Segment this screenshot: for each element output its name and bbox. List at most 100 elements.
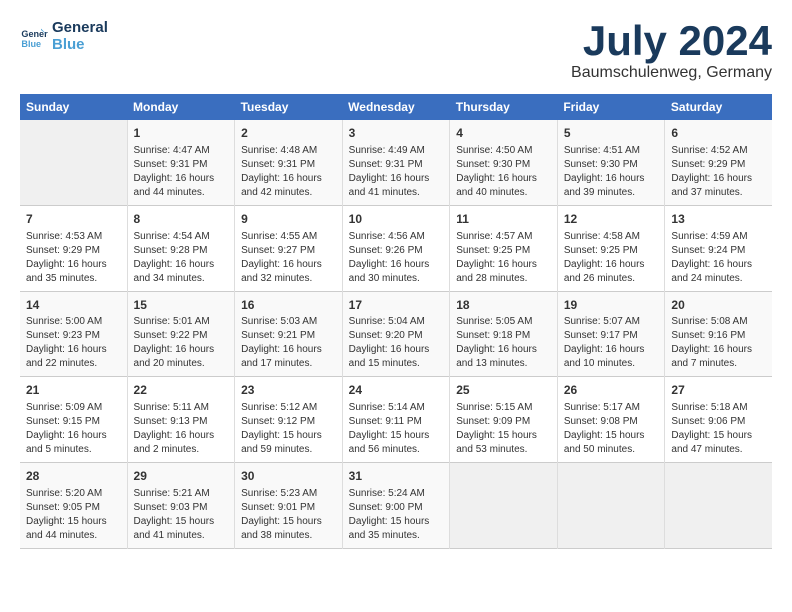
day-info: Sunrise: 5:01 AM Sunset: 9:22 PM Dayligh…: [134, 315, 229, 371]
calendar-day-cell: 19Sunrise: 5:07 AM Sunset: 9:17 PM Dayli…: [557, 291, 665, 377]
day-info: Sunrise: 4:48 AM Sunset: 9:31 PM Dayligh…: [241, 144, 336, 200]
day-info: Sunrise: 5:12 AM Sunset: 9:12 PM Dayligh…: [241, 401, 336, 457]
day-info: Sunrise: 5:11 AM Sunset: 9:13 PM Dayligh…: [134, 401, 229, 457]
day-info: Sunrise: 5:15 AM Sunset: 9:09 PM Dayligh…: [456, 401, 551, 457]
calendar-day-cell: 22 Sunrise: 5:11 AM Sunset: 9:13 PM Dayli…: [127, 377, 235, 463]
day-number: 6: [671, 125, 766, 142]
day-number: 10: [349, 211, 444, 228]
calendar-table: SundayMondayTuesdayWednesdayThursdayFrid…: [20, 94, 772, 549]
calendar-day-cell: 5 Sunrise: 4:51 AM Sunset: 9:30 PM Daylig…: [557, 120, 665, 205]
day-number: 31: [349, 468, 444, 485]
day-number: 23: [241, 382, 336, 399]
calendar-week-row: 7Sunrise: 4:53 AM Sunset: 9:29 PM Daylig…: [20, 205, 772, 291]
calendar-day-cell: 25 Sunrise: 5:15 AM Sunset: 9:09 PM Dayli…: [450, 377, 558, 463]
day-info: Sunrise: 4:50 AM Sunset: 9:30 PM Dayligh…: [456, 144, 551, 200]
day-number: 3: [349, 125, 444, 142]
day-info: Sunrise: 4:55 AM Sunset: 9:27 PM Dayligh…: [241, 230, 336, 286]
calendar-day-cell: 21Sunrise: 5:09 AM Sunset: 9:15 PM Dayli…: [20, 377, 127, 463]
day-info: Sunrise: 4:47 AM Sunset: 9:31 PM Dayligh…: [134, 144, 229, 200]
day-number: 21: [26, 382, 121, 399]
day-number: 12: [564, 211, 659, 228]
calendar-week-row: 14Sunrise: 5:00 AM Sunset: 9:23 PM Dayli…: [20, 291, 772, 377]
month-title: July 2024: [571, 20, 772, 62]
day-number: 5: [564, 125, 659, 142]
day-info: Sunrise: 5:21 AM Sunset: 9:03 PM Dayligh…: [134, 487, 229, 543]
day-number: 13: [671, 211, 766, 228]
calendar-day-cell: 27Sunrise: 5:18 AM Sunset: 9:06 PM Dayli…: [665, 377, 772, 463]
calendar-day-cell: 14Sunrise: 5:00 AM Sunset: 9:23 PM Dayli…: [20, 291, 127, 377]
header-day: Wednesday: [342, 94, 450, 120]
calendar-day-cell: 26Sunrise: 5:17 AM Sunset: 9:08 PM Dayli…: [557, 377, 665, 463]
day-number: 25: [456, 382, 551, 399]
calendar-day-cell: 8 Sunrise: 4:54 AM Sunset: 9:28 PM Daylig…: [127, 205, 235, 291]
calendar-day-cell: [450, 463, 558, 549]
day-info: Sunrise: 4:51 AM Sunset: 9:30 PM Dayligh…: [564, 144, 659, 200]
calendar-day-cell: [557, 463, 665, 549]
day-info: Sunrise: 5:23 AM Sunset: 9:01 PM Dayligh…: [241, 487, 336, 543]
day-info: Sunrise: 5:17 AM Sunset: 9:08 PM Dayligh…: [564, 401, 659, 457]
day-info: Sunrise: 5:04 AM Sunset: 9:20 PM Dayligh…: [349, 315, 444, 371]
day-info: Sunrise: 5:08 AM Sunset: 9:16 PM Dayligh…: [671, 315, 766, 371]
day-info: Sunrise: 4:59 AM Sunset: 9:24 PM Dayligh…: [671, 230, 766, 286]
svg-text:General: General: [21, 29, 48, 39]
header-day: Thursday: [450, 94, 558, 120]
day-info: Sunrise: 4:57 AM Sunset: 9:25 PM Dayligh…: [456, 230, 551, 286]
calendar-day-cell: 28 Sunrise: 5:20 AM Sunset: 9:05 PM Dayli…: [20, 463, 127, 549]
calendar-day-cell: 10 Sunrise: 4:56 AM Sunset: 9:26 PM Dayli…: [342, 205, 450, 291]
day-number: 4: [456, 125, 551, 142]
calendar-day-cell: 13 Sunrise: 4:59 AM Sunset: 9:24 PM Dayli…: [665, 205, 772, 291]
day-info: Sunrise: 5:14 AM Sunset: 9:11 PM Dayligh…: [349, 401, 444, 457]
day-number: 28: [26, 468, 121, 485]
day-number: 2: [241, 125, 336, 142]
day-info: Sunrise: 5:05 AM Sunset: 9:18 PM Dayligh…: [456, 315, 551, 371]
calendar-day-cell: 24 Sunrise: 5:14 AM Sunset: 9:11 PM Dayli…: [342, 377, 450, 463]
day-number: 19: [564, 297, 659, 314]
day-number: 16: [241, 297, 336, 314]
day-info: Sunrise: 5:18 AM Sunset: 9:06 PM Dayligh…: [671, 401, 766, 457]
calendar-day-cell: 4 Sunrise: 4:50 AM Sunset: 9:30 PM Daylig…: [450, 120, 558, 205]
svg-text:Blue: Blue: [21, 38, 41, 48]
day-info: Sunrise: 5:00 AM Sunset: 9:23 PM Dayligh…: [26, 315, 121, 371]
day-number: 29: [134, 468, 229, 485]
calendar-day-cell: 16Sunrise: 5:03 AM Sunset: 9:21 PM Dayli…: [235, 291, 343, 377]
calendar-day-cell: 17Sunrise: 5:04 AM Sunset: 9:20 PM Dayli…: [342, 291, 450, 377]
day-number: 14: [26, 297, 121, 314]
day-info: Sunrise: 4:54 AM Sunset: 9:28 PM Dayligh…: [134, 230, 229, 286]
calendar-day-cell: [20, 120, 127, 205]
calendar-header: SundayMondayTuesdayWednesdayThursdayFrid…: [20, 94, 772, 120]
day-number: 1: [134, 125, 229, 142]
calendar-day-cell: 15Sunrise: 5:01 AM Sunset: 9:22 PM Dayli…: [127, 291, 235, 377]
day-info: Sunrise: 4:49 AM Sunset: 9:31 PM Dayligh…: [349, 144, 444, 200]
calendar-week-row: 21Sunrise: 5:09 AM Sunset: 9:15 PM Dayli…: [20, 377, 772, 463]
calendar-week-row: 1 Sunrise: 4:47 AM Sunset: 9:31 PM Daylig…: [20, 120, 772, 205]
calendar-day-cell: 9Sunrise: 4:55 AM Sunset: 9:27 PM Daylig…: [235, 205, 343, 291]
day-number: 30: [241, 468, 336, 485]
calendar-day-cell: 31Sunrise: 5:24 AM Sunset: 9:00 PM Dayli…: [342, 463, 450, 549]
calendar-day-cell: 12 Sunrise: 4:58 AM Sunset: 9:25 PM Dayli…: [557, 205, 665, 291]
calendar-day-cell: 30 Sunrise: 5:23 AM Sunset: 9:01 PM Dayli…: [235, 463, 343, 549]
calendar-day-cell: 2 Sunrise: 4:48 AM Sunset: 9:31 PM Daylig…: [235, 120, 343, 205]
day-info: Sunrise: 5:20 AM Sunset: 9:05 PM Dayligh…: [26, 487, 121, 543]
day-number: 18: [456, 297, 551, 314]
calendar-day-cell: 23 Sunrise: 5:12 AM Sunset: 9:12 PM Dayli…: [235, 377, 343, 463]
calendar-day-cell: [665, 463, 772, 549]
calendar-body: 1 Sunrise: 4:47 AM Sunset: 9:31 PM Daylig…: [20, 120, 772, 548]
day-number: 7: [26, 211, 121, 228]
header-day: Saturday: [665, 94, 772, 120]
calendar-day-cell: 20Sunrise: 5:08 AM Sunset: 9:16 PM Dayli…: [665, 291, 772, 377]
header-day: Tuesday: [235, 94, 343, 120]
day-info: Sunrise: 4:56 AM Sunset: 9:26 PM Dayligh…: [349, 230, 444, 286]
day-number: 22: [134, 382, 229, 399]
day-info: Sunrise: 4:58 AM Sunset: 9:25 PM Dayligh…: [564, 230, 659, 286]
day-info: Sunrise: 5:07 AM Sunset: 9:17 PM Dayligh…: [564, 315, 659, 371]
calendar-day-cell: 1 Sunrise: 4:47 AM Sunset: 9:31 PM Daylig…: [127, 120, 235, 205]
calendar-day-cell: 11Sunrise: 4:57 AM Sunset: 9:25 PM Dayli…: [450, 205, 558, 291]
day-number: 24: [349, 382, 444, 399]
day-number: 8: [134, 211, 229, 228]
calendar-week-row: 28 Sunrise: 5:20 AM Sunset: 9:05 PM Dayli…: [20, 463, 772, 549]
calendar-day-cell: 3 Sunrise: 4:49 AM Sunset: 9:31 PM Daylig…: [342, 120, 450, 205]
location-title: Baumschulenweg, Germany: [571, 64, 772, 82]
header-day: Sunday: [20, 94, 127, 120]
calendar-day-cell: 18Sunrise: 5:05 AM Sunset: 9:18 PM Dayli…: [450, 291, 558, 377]
day-info: Sunrise: 5:03 AM Sunset: 9:21 PM Dayligh…: [241, 315, 336, 371]
